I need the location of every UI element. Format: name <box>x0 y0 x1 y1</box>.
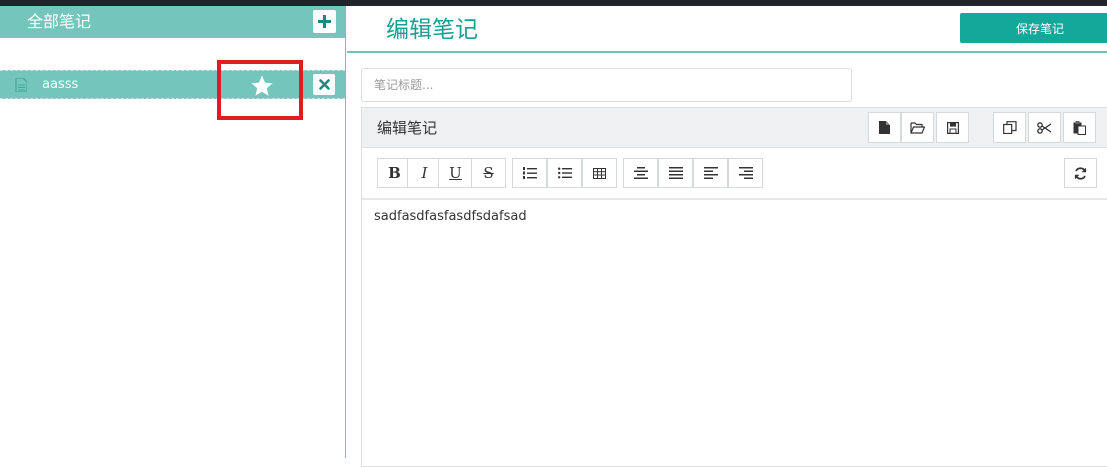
copy-button[interactable] <box>993 112 1026 143</box>
align-left-icon <box>703 167 718 179</box>
new-file-button[interactable] <box>868 112 901 143</box>
page-title: 编辑笔记 <box>386 17 478 43</box>
scissors-icon <box>1037 121 1052 134</box>
save-icon <box>946 121 959 134</box>
add-note-button[interactable] <box>313 10 336 33</box>
ordered-list-icon <box>522 167 537 179</box>
sidebar-header: 全部笔记 <box>0 6 345 38</box>
plus-icon <box>318 15 331 28</box>
align-right-button[interactable] <box>728 158 763 188</box>
note-title: aasss <box>42 77 79 92</box>
ordered-list-button[interactable] <box>512 158 547 188</box>
align-center-icon <box>633 167 648 179</box>
refresh-button[interactable] <box>1064 158 1097 188</box>
unordered-list-icon <box>557 167 572 179</box>
strikethrough-button[interactable]: S <box>471 158 506 188</box>
save-file-button[interactable] <box>936 112 969 143</box>
file-icon <box>15 78 27 92</box>
underline-button[interactable]: U <box>438 158 473 188</box>
align-justify-icon <box>668 167 683 179</box>
title-divider <box>347 51 1107 53</box>
paste-button[interactable] <box>1063 112 1096 143</box>
align-left-button[interactable] <box>693 158 728 188</box>
sidebar-title: 全部笔记 <box>27 12 92 31</box>
delete-note-button[interactable] <box>313 74 335 95</box>
highlight-box <box>217 60 303 120</box>
note-title-input[interactable] <box>361 68 852 102</box>
folder-open-icon <box>910 121 925 134</box>
refresh-icon <box>1074 166 1087 180</box>
notes-sidebar: 全部笔记 aasss <box>0 6 346 458</box>
unordered-list-button[interactable] <box>547 158 582 188</box>
close-icon <box>318 79 330 90</box>
copy-icon <box>1002 121 1017 134</box>
align-center-button[interactable] <box>623 158 658 188</box>
editor-panel: 编辑笔记 保存笔记 编辑笔记 B <box>347 6 1107 467</box>
editor-content[interactable]: sadfasdfasfasdfsdafsad <box>374 208 527 226</box>
align-right-icon <box>738 167 753 179</box>
cut-button[interactable] <box>1028 112 1061 143</box>
table-button[interactable] <box>582 158 617 188</box>
file-icon <box>879 121 890 134</box>
editor-header: 编辑笔记 <box>362 108 1107 148</box>
rich-text-editor: 编辑笔记 B I U S sadfasdfasfasdfsdafsad <box>361 107 1107 467</box>
editor-header-title: 编辑笔记 <box>377 119 438 137</box>
save-note-button[interactable]: 保存笔记 <box>960 13 1107 43</box>
formatting-toolbar: B I U S <box>362 148 1107 200</box>
italic-button[interactable]: I <box>407 158 442 188</box>
open-file-button[interactable] <box>901 112 934 143</box>
align-justify-button[interactable] <box>658 158 693 188</box>
paste-icon <box>1073 120 1086 135</box>
table-icon <box>593 167 606 179</box>
